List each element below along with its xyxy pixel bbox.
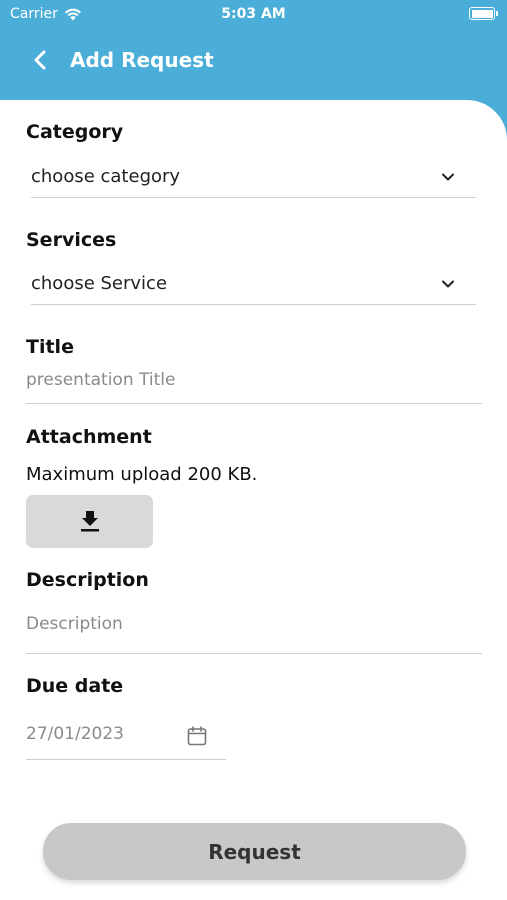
- request-button[interactable]: Request: [43, 823, 466, 880]
- status-time: 5:03 AM: [221, 6, 286, 22]
- chevron-left-icon[interactable]: [30, 48, 52, 72]
- page-title: Add Request: [70, 48, 214, 72]
- due-date-field[interactable]: 27/01/2023: [26, 716, 226, 760]
- download-icon: [81, 511, 99, 532]
- attachment-helper-text: Maximum upload 200 KB.: [26, 464, 258, 485]
- services-select-value: choose Service: [31, 273, 168, 294]
- attachment-label: Attachment: [26, 426, 152, 448]
- category-label: Category: [26, 121, 124, 143]
- due-date-label: Due date: [26, 675, 124, 697]
- description-label: Description: [26, 569, 149, 591]
- form-card: Category choose category Services choose…: [0, 100, 507, 900]
- calendar-icon[interactable]: [186, 725, 208, 747]
- upload-button[interactable]: [26, 495, 153, 548]
- status-bar: Carrier 5:03 AM: [0, 0, 507, 30]
- chevron-down-icon: [442, 173, 454, 181]
- services-label: Services: [26, 229, 117, 251]
- chevron-down-icon: [442, 280, 454, 288]
- category-select-value: choose category: [31, 166, 181, 187]
- description-input-placeholder: Description: [26, 614, 123, 634]
- due-date-value: 27/01/2023: [26, 724, 124, 744]
- services-select[interactable]: choose Service: [31, 263, 476, 305]
- title-input-placeholder: presentation Title: [26, 370, 176, 390]
- description-input[interactable]: Description: [26, 612, 482, 654]
- title-label: Title: [26, 336, 74, 358]
- category-select[interactable]: choose category: [31, 156, 476, 198]
- battery-icon: [469, 7, 498, 20]
- header: Add Request: [0, 36, 507, 84]
- title-input[interactable]: presentation Title: [26, 368, 482, 404]
